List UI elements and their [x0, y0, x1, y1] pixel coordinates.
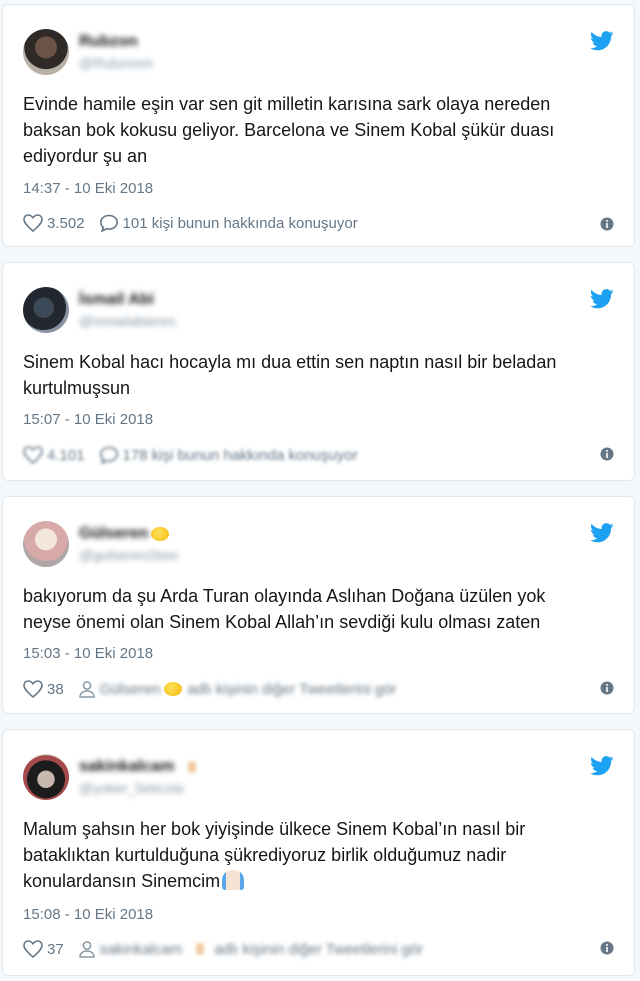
like-count: 37	[47, 940, 64, 958]
info-icon[interactable]	[600, 681, 614, 695]
twitter-bird-icon[interactable]	[590, 289, 614, 309]
like-count: 4.101	[47, 446, 85, 464]
tweet-timestamp[interactable]: 15:08 - 10 Eki 2018	[23, 906, 153, 923]
tweet-author[interactable]: Rubzon @Rubzonm	[23, 27, 153, 77]
avatar[interactable]	[23, 754, 69, 800]
tweet-text-body: Malum şahsın her bok yiyişinde ülkece Si…	[23, 819, 526, 891]
like-button[interactable]: 38	[23, 680, 64, 698]
hand-emoji-icon	[196, 943, 205, 955]
speech-bubble-icon	[99, 446, 118, 464]
twitter-bird-icon[interactable]	[590, 756, 614, 776]
replies-link[interactable]: 178 kişi bunun hakkında konuşuyor	[99, 446, 358, 464]
lemon-emoji-icon	[163, 682, 182, 696]
speech-bubble-icon	[99, 214, 118, 232]
tweet-author[interactable]: İsmail Abi @ismailabieren	[23, 285, 176, 335]
info-icon[interactable]	[600, 217, 614, 231]
person-icon	[78, 681, 95, 698]
avatar[interactable]	[23, 29, 69, 75]
like-button[interactable]: 3.502	[23, 214, 85, 232]
tweet-card[interactable]: Gülseren @gulseren2bee bakıyorum da şu A…	[2, 496, 635, 714]
tweet-text: Evinde hamile eşin var sen git milletin …	[23, 94, 555, 166]
info-icon[interactable]	[600, 447, 614, 461]
tweet-timestamp[interactable]: 15:03 - 10 Eki 2018	[23, 645, 153, 662]
user-handle[interactable]: @Rubzonm	[79, 55, 153, 71]
author-name-label: sakinkalcam	[99, 940, 183, 958]
info-icon[interactable]	[600, 941, 614, 955]
tweet-author[interactable]: Gülseren @gulseren2bee	[23, 519, 178, 569]
tweet-author[interactable]: sakinkalcam @yoker_5eticola	[23, 752, 197, 802]
tweet-card[interactable]: Rubzon @Rubzonm Evinde hamile eşin var s…	[2, 4, 635, 247]
tweet-actions: 3.502 101 kişi bunun hakkında konuşuyor	[23, 211, 614, 235]
more-tweets-label: adlı kişinin diğer Tweetlerini gör	[187, 680, 397, 698]
tweet-text: Malum şahsın her bok yiyişinde ülkece Si…	[23, 816, 613, 894]
avatar[interactable]	[23, 521, 69, 567]
heart-icon	[23, 940, 43, 958]
like-button[interactable]: 37	[23, 940, 64, 958]
tweet-actions: 4.101 178 kişi bunun hakkında konuşuyor	[23, 443, 614, 467]
tweet-timestamp[interactable]: 15:07 - 10 Eki 2018	[23, 411, 153, 428]
replies-label: 178 kişi bunun hakkında konuşuyor	[122, 446, 358, 464]
avatar[interactable]	[23, 287, 69, 333]
heart-icon	[23, 446, 43, 464]
user-handle[interactable]: @ismailabieren	[79, 313, 176, 329]
lemon-emoji-icon	[151, 526, 170, 541]
tweet-actions: 38 Gülseren adlı kişinin diğer Tweetleri…	[23, 677, 614, 701]
display-name[interactable]: İsmail Abi	[79, 291, 176, 309]
author-name-label: Gülseren	[99, 680, 161, 698]
twitter-bird-icon[interactable]	[590, 31, 614, 51]
more-tweets-label: adlı kişinin diğer Tweetlerini gör	[214, 940, 424, 958]
tweet-card[interactable]: İsmail Abi @ismailabieren Sinem Kobal ha…	[2, 262, 635, 481]
replies-label: 101 kişi bunun hakkında konuşuyor	[122, 214, 358, 232]
like-count: 3.502	[47, 214, 85, 232]
hand-emoji-icon	[188, 760, 197, 773]
tweet-text: bakıyorum da şu Arda Turan olayında Aslı…	[23, 586, 546, 632]
like-count: 38	[47, 680, 64, 698]
person-icon	[78, 941, 95, 958]
user-handle[interactable]: @gulseren2bee	[79, 547, 178, 563]
tweet-feed: Rubzon @Rubzonm Evinde hamile eşin var s…	[0, 0, 640, 981]
tweet-actions: 37 sakinkalcam adlı kişinin diğer Tweetl…	[23, 937, 614, 961]
more-tweets-link[interactable]: sakinkalcam adlı kişinin diğer Tweetleri…	[78, 940, 424, 958]
tweet-timestamp[interactable]: 14:37 - 10 Eki 2018	[23, 180, 153, 197]
replies-link[interactable]: 101 kişi bunun hakkında konuşuyor	[99, 214, 358, 232]
tweet-text: Sinem Kobal hacı hocayla mı dua ettin se…	[23, 352, 557, 398]
display-name[interactable]: Rubzon	[79, 33, 153, 51]
twitter-bird-icon[interactable]	[590, 523, 614, 543]
user-handle[interactable]: @yoker_5eticola	[79, 780, 196, 796]
heart-icon	[23, 680, 43, 698]
heart-icon	[23, 214, 43, 232]
display-name[interactable]: Gülseren	[79, 525, 148, 542]
like-button[interactable]: 4.101	[23, 446, 85, 464]
praying-hands-emoji-icon	[222, 870, 245, 890]
display-name[interactable]: sakinkalcam	[79, 758, 174, 775]
more-tweets-link[interactable]: Gülseren adlı kişinin diğer Tweetlerini …	[78, 680, 397, 698]
tweet-card[interactable]: sakinkalcam @yoker_5eticola Malum şahsın…	[2, 729, 635, 976]
